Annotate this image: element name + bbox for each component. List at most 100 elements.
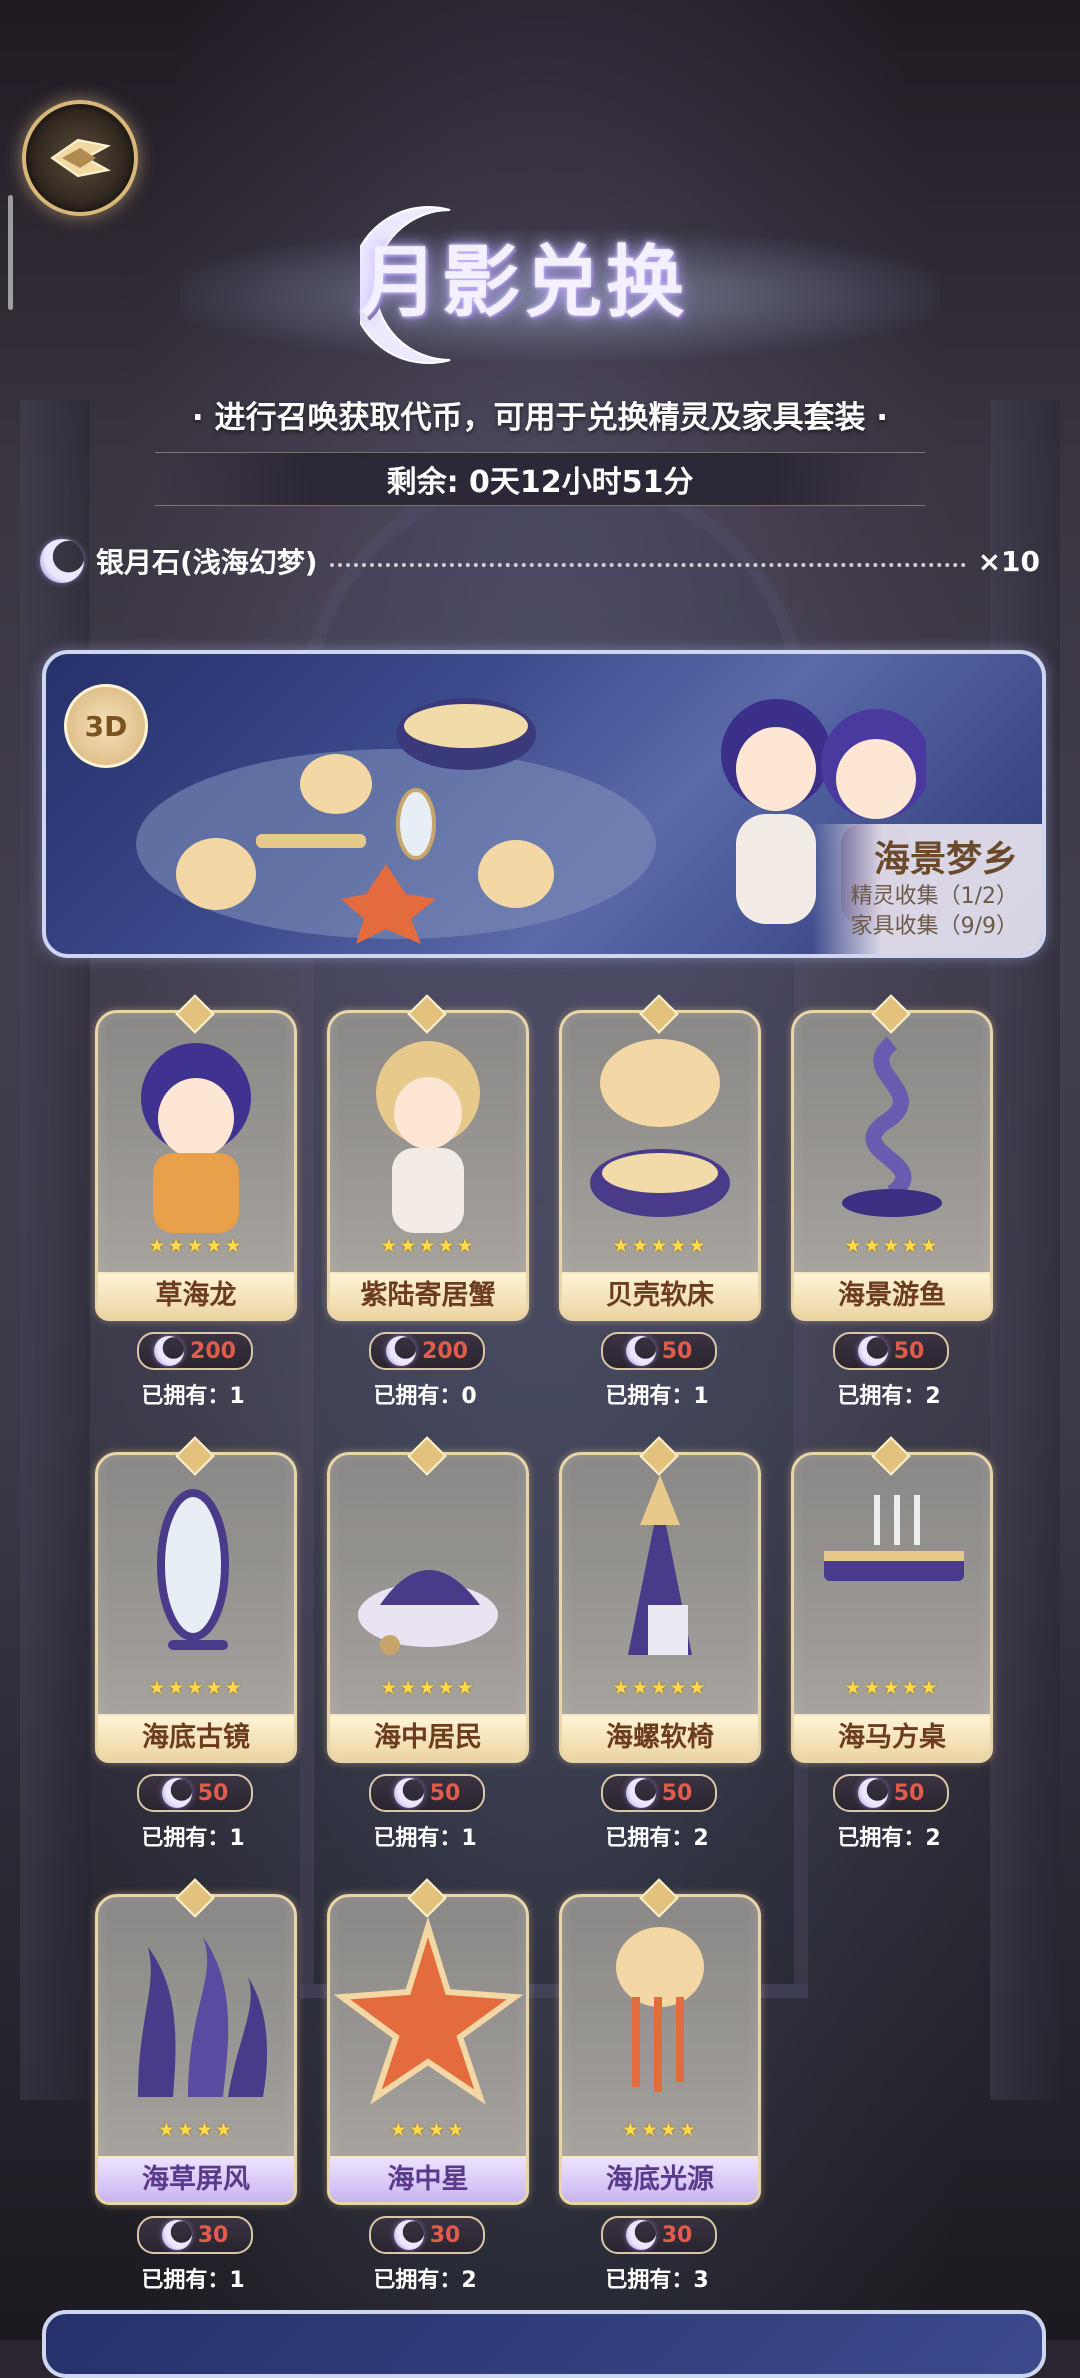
item-illustration xyxy=(376,1041,480,1233)
banner-info: 海景梦乡 精灵收集（1/2） 家具收集（9/9） xyxy=(812,824,1042,954)
back-button[interactable] xyxy=(22,100,138,216)
crescent-moon-icon xyxy=(393,2220,424,2250)
item-name: 海中星 xyxy=(330,2156,526,2202)
owned-count: 已拥有：3 xyxy=(605,2268,709,2293)
item-price: 50 xyxy=(893,1338,925,1364)
scroll-indicator[interactable] xyxy=(8,195,13,310)
item-card[interactable]: ★★★★★ 海景游鱼 50 已拥有：2 xyxy=(791,994,993,1409)
page-title: 月影兑换 xyxy=(360,238,689,328)
currency-count: ×10 xyxy=(977,544,1040,578)
crescent-moon-icon xyxy=(386,1336,417,1366)
item-name: 贝壳软床 xyxy=(562,1272,758,1318)
item-illustration xyxy=(616,1927,704,2092)
exchange-price-button[interactable]: 30 xyxy=(601,2216,717,2254)
item-card[interactable]: ★★★★★ 海马方桌 50 已拥有：2 xyxy=(791,1436,993,1851)
item-price: 50 xyxy=(661,1780,693,1806)
star-rating: ★★★★★ xyxy=(612,1677,708,1699)
item-price: 200 xyxy=(422,1338,468,1364)
item-illustration xyxy=(157,1489,229,1650)
page-subtitle: · 进行召唤获取代币，可用于兑换精灵及家具套装 · xyxy=(191,400,889,436)
crescent-moon-icon xyxy=(857,1778,888,1808)
item-card[interactable]: ★★★★ 海底光源 30 已拥有：3 xyxy=(559,1878,761,2293)
crescent-moon-icon xyxy=(161,1778,192,1808)
exchange-price-button[interactable]: 50 xyxy=(137,1774,253,1812)
owned-count: 已拥有：0 xyxy=(373,1384,477,1409)
owned-count: 已拥有：2 xyxy=(373,2268,477,2293)
set-name: 海景梦乡 xyxy=(873,839,1018,880)
star-rating: ★★★★★ xyxy=(380,1235,476,1257)
star-rating: ★★★★★ xyxy=(844,1235,940,1257)
leader-dots xyxy=(329,563,966,567)
item-name: 紫陆寄居蟹 xyxy=(330,1272,526,1318)
owned-count: 已拥有：1 xyxy=(141,1384,245,1409)
item-card[interactable]: ★★★★ 海草屏风 30 已拥有：1 xyxy=(95,1878,297,2293)
item-card[interactable]: ★★★★★ 海中居民 50 已拥有：1 xyxy=(327,1436,529,1851)
item-illustration xyxy=(842,1036,942,1217)
title-area: 月影兑换 xyxy=(180,190,940,380)
owned-count: 已拥有：1 xyxy=(141,1826,245,1851)
exchange-price-button[interactable]: 200 xyxy=(369,1332,485,1370)
exchange-price-button[interactable]: 50 xyxy=(601,1332,717,1370)
card-body: ★★★★★ 海中居民 xyxy=(327,1452,529,1763)
crescent-moon-icon xyxy=(393,1778,424,1808)
back-arrow-icon xyxy=(50,138,111,178)
crescent-moon-icon xyxy=(625,1778,656,1808)
card-body: ★★★★★ 海马方桌 xyxy=(791,1452,993,1763)
item-card[interactable]: ★★★★★ 贝壳软床 50 已拥有：1 xyxy=(559,994,761,1409)
item-name: 海景游鱼 xyxy=(794,1272,990,1318)
item-illustration xyxy=(138,1937,268,2097)
currency-name: 银月石(浅海幻梦) xyxy=(96,546,318,579)
item-price: 30 xyxy=(429,2222,461,2248)
item-price: 50 xyxy=(429,1780,461,1806)
card-body: ★★★★ 海中星 xyxy=(327,1894,529,2205)
exchange-price-button[interactable]: 50 xyxy=(601,1774,717,1812)
card-body: ★★★★ 海底光源 xyxy=(559,1894,761,2205)
item-price: 30 xyxy=(197,2222,229,2248)
exchange-price-button[interactable]: 30 xyxy=(369,2216,485,2254)
exchange-price-button[interactable]: 50 xyxy=(833,1332,949,1370)
item-name: 海马方桌 xyxy=(794,1714,990,1760)
exchange-price-button[interactable]: 30 xyxy=(137,2216,253,2254)
item-card[interactable]: ★★★★★ 海底古镜 50 已拥有：1 xyxy=(95,1436,297,1851)
crescent-moon-icon xyxy=(857,1336,888,1366)
item-illustration xyxy=(333,1916,524,2105)
item-illustration xyxy=(358,1570,498,1655)
star-rating: ★★★★★ xyxy=(612,1235,708,1257)
item-name: 草海龙 xyxy=(98,1272,294,1318)
item-name: 海底光源 xyxy=(562,2156,758,2202)
set-banner[interactable]: 3D 海景梦乡 精灵收集（1/2） 家具收集（9/9） xyxy=(42,650,1046,958)
exchange-price-button[interactable]: 50 xyxy=(833,1774,949,1812)
item-illustration xyxy=(141,1043,251,1233)
item-card[interactable]: ★★★★ 海中星 30 已拥有：2 xyxy=(327,1878,529,2293)
item-price: 30 xyxy=(661,2222,693,2248)
star-rating: ★★★★ xyxy=(157,2119,235,2141)
item-illustration xyxy=(590,1039,730,1217)
card-body: ★★★★★ 海景游鱼 xyxy=(791,1010,993,1321)
exchange-price-button[interactable]: 200 xyxy=(137,1332,253,1370)
crescent-moon-icon xyxy=(625,2220,656,2250)
exchange-price-button[interactable]: 50 xyxy=(369,1774,485,1812)
item-name: 海螺软椅 xyxy=(562,1714,758,1760)
next-set-banner[interactable] xyxy=(42,2310,1046,2378)
3d-badge[interactable]: 3D xyxy=(64,684,148,768)
card-body: ★★★★ 海草屏风 xyxy=(95,1894,297,2205)
item-name: 海草屏风 xyxy=(98,2156,294,2202)
remaining-time: 剩余: 0天12小时51分 xyxy=(386,465,694,500)
card-body: ★★★★★ 草海龙 xyxy=(95,1010,297,1321)
owned-count: 已拥有：1 xyxy=(605,1384,709,1409)
item-illustration xyxy=(824,1495,964,1581)
item-price: 200 xyxy=(190,1338,236,1364)
crescent-moon-icon xyxy=(161,2220,192,2250)
star-rating: ★★★★ xyxy=(389,2119,467,2141)
item-price: 50 xyxy=(197,1780,229,1806)
timer-band: 剩余: 0天12小时51分 xyxy=(155,452,925,506)
item-name: 海底古镜 xyxy=(98,1714,294,1760)
item-card[interactable]: ★★★★★ 海螺软椅 50 已拥有：2 xyxy=(559,1436,761,1851)
owned-count: 已拥有：1 xyxy=(141,2268,245,2293)
star-rating: ★★★★★ xyxy=(844,1677,940,1699)
crescent-moon-icon xyxy=(625,1336,656,1366)
item-card[interactable]: ★★★★★ 草海龙 200 已拥有：1 xyxy=(95,994,297,1409)
item-card[interactable]: ★★★★★ 紫陆寄居蟹 200 已拥有：0 xyxy=(327,994,529,1409)
star-rating: ★★★★ xyxy=(621,2119,699,2141)
card-body: ★★★★★ 贝壳软床 xyxy=(559,1010,761,1321)
